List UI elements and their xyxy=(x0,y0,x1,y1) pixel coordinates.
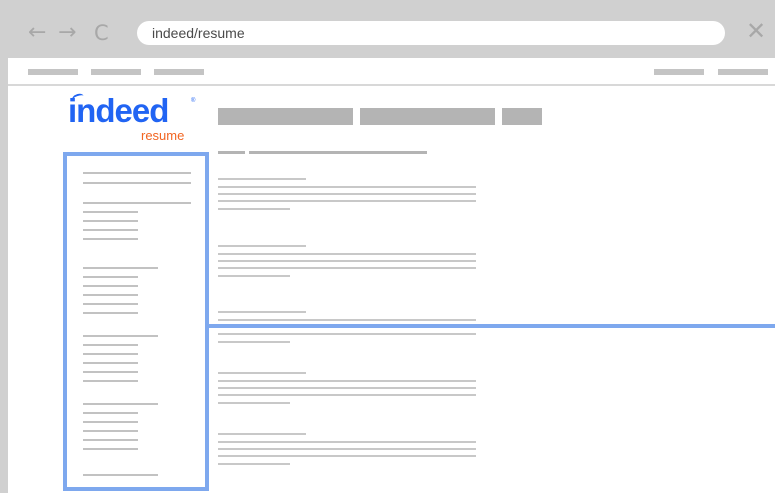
placeholder-line xyxy=(83,448,138,450)
indeed-resume-logo[interactable]: indeed ® resume xyxy=(68,91,208,153)
arrow-right-icon[interactable]: → xyxy=(58,22,76,44)
placeholder-line xyxy=(83,430,138,432)
placeholder-line xyxy=(218,394,476,396)
placeholder-line xyxy=(218,319,476,321)
reload-icon[interactable]: C xyxy=(94,22,109,44)
bookmark-placeholder[interactable] xyxy=(28,69,78,75)
placeholder-line xyxy=(218,455,476,457)
placeholder-line xyxy=(83,276,138,278)
header-placeholder-bar xyxy=(360,108,495,125)
placeholder-line xyxy=(83,202,191,204)
placeholder-line xyxy=(218,275,290,277)
placeholder-line xyxy=(83,229,138,231)
subheader-placeholder xyxy=(249,151,427,154)
placeholder-line xyxy=(83,285,138,287)
placeholder-line xyxy=(83,344,138,346)
header-placeholder-bar xyxy=(218,108,353,125)
bookmark-placeholder[interactable] xyxy=(154,69,204,75)
browser-window: ← → C indeed/resume ✕ indeed ® resume xyxy=(0,0,775,493)
arrow-left-icon[interactable]: ← xyxy=(28,22,46,44)
close-icon[interactable]: ✕ xyxy=(746,19,766,43)
placeholder-line xyxy=(218,311,306,313)
placeholder-line xyxy=(218,433,306,435)
placeholder-line xyxy=(218,267,476,269)
placeholder-line xyxy=(83,353,138,355)
resume-sidebar xyxy=(63,152,209,491)
placeholder-line xyxy=(83,403,158,405)
placeholder-line xyxy=(83,439,138,441)
placeholder-line xyxy=(83,380,138,382)
placeholder-line xyxy=(218,333,476,335)
placeholder-line xyxy=(218,448,476,450)
placeholder-line xyxy=(218,441,476,443)
placeholder-line xyxy=(218,341,290,343)
address-bar[interactable]: indeed/resume xyxy=(137,21,725,45)
placeholder-line xyxy=(83,474,158,476)
placeholder-line xyxy=(83,220,138,222)
placeholder-line xyxy=(83,238,138,240)
browser-toolbar: ← → C indeed/resume ✕ xyxy=(8,6,775,58)
placeholder-line xyxy=(83,362,138,364)
placeholder-line xyxy=(83,421,138,423)
placeholder-line xyxy=(218,245,306,247)
placeholder-line xyxy=(218,200,476,202)
subheader-placeholder xyxy=(218,151,245,154)
address-bar-url: indeed/resume xyxy=(152,25,245,41)
placeholder-line xyxy=(218,260,476,262)
fold-line xyxy=(205,324,775,328)
placeholder-line xyxy=(83,182,191,184)
placeholder-line xyxy=(83,211,138,213)
logo-subtitle: resume xyxy=(141,128,185,143)
placeholder-line xyxy=(218,380,476,382)
placeholder-line xyxy=(83,335,158,337)
placeholder-line xyxy=(218,402,290,404)
placeholder-line xyxy=(83,312,138,314)
placeholder-line xyxy=(83,172,191,174)
placeholder-line xyxy=(83,294,138,296)
placeholder-line xyxy=(83,371,138,373)
placeholder-line xyxy=(83,303,138,305)
placeholder-line xyxy=(218,178,306,180)
placeholder-line xyxy=(218,253,476,255)
placeholder-line xyxy=(218,463,290,465)
placeholder-line xyxy=(218,208,290,210)
placeholder-line xyxy=(83,267,158,269)
bookmark-placeholder[interactable] xyxy=(654,69,704,75)
placeholder-line xyxy=(218,193,476,195)
placeholder-line xyxy=(218,372,306,374)
logo-registered-mark: ® xyxy=(191,98,196,104)
bookmark-placeholder[interactable] xyxy=(718,69,768,75)
placeholder-line xyxy=(83,412,138,414)
toolbar-divider xyxy=(8,84,775,86)
placeholder-line xyxy=(218,186,476,188)
header-placeholder-bar xyxy=(502,108,542,125)
bookmark-placeholder[interactable] xyxy=(91,69,141,75)
placeholder-line xyxy=(218,387,476,389)
